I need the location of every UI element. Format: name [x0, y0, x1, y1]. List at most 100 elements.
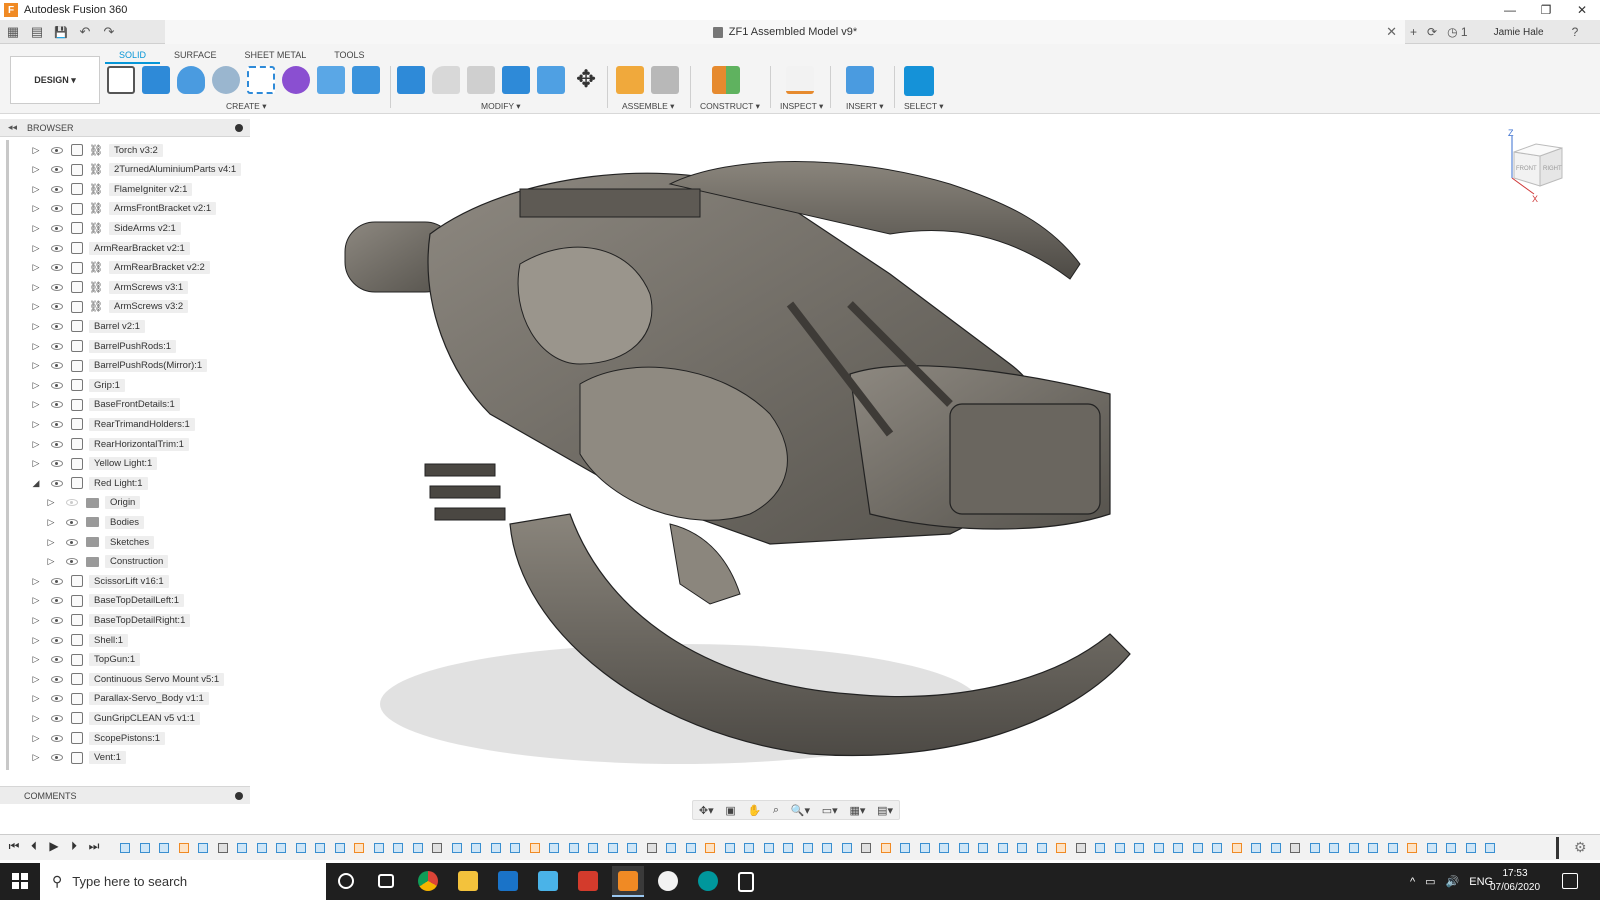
- visibility-eye-icon[interactable]: [51, 283, 63, 291]
- comments-panel-header[interactable]: COMMENTS: [0, 786, 250, 804]
- visibility-eye-icon[interactable]: [51, 597, 63, 605]
- timeline-feature-icon[interactable]: [393, 843, 403, 853]
- job-status-icon[interactable]: ⟳: [1427, 25, 1437, 39]
- fillet-icon[interactable]: [432, 66, 460, 94]
- split-body-icon[interactable]: [537, 66, 565, 94]
- expand-triangle-icon[interactable]: ▷: [46, 517, 56, 527]
- timeline-feature-icon[interactable]: [1329, 843, 1339, 853]
- expand-triangle-icon[interactable]: ▷: [31, 184, 41, 194]
- visibility-eye-icon[interactable]: [51, 244, 63, 252]
- task-view-icon[interactable]: [378, 874, 394, 888]
- viewports-icon[interactable]: ▤▾: [877, 804, 893, 817]
- grid-settings-icon[interactable]: ▦▾: [849, 804, 865, 817]
- tab-tools[interactable]: TOOLS: [320, 48, 378, 64]
- user-account[interactable]: Jamie Hale: [1494, 27, 1544, 38]
- shell-icon[interactable]: [502, 66, 530, 94]
- timeline-feature-icon[interactable]: [1446, 843, 1456, 853]
- timeline-last-icon[interactable]: ⏭: [88, 839, 100, 854]
- close-window-button[interactable]: ✕: [1564, 0, 1600, 20]
- expand-triangle-icon[interactable]: ▷: [31, 733, 41, 743]
- timeline-next-icon[interactable]: ⏵: [68, 839, 80, 854]
- timeline-feature-icon[interactable]: [568, 843, 579, 853]
- combine-icon[interactable]: [352, 66, 380, 94]
- press-pull-icon[interactable]: [397, 66, 425, 94]
- expand-triangle-icon[interactable]: ▷: [46, 556, 56, 567]
- timeline-feature-icon[interactable]: [627, 843, 637, 853]
- visibility-eye-icon[interactable]: [51, 166, 63, 174]
- expand-triangle-icon[interactable]: ▷: [31, 301, 41, 312]
- browser-item[interactable]: ▷ Bodies: [46, 512, 145, 532]
- visibility-eye-icon[interactable]: [66, 538, 78, 546]
- help-icon[interactable]: ?: [1572, 25, 1579, 39]
- timeline-feature-icon[interactable]: [334, 843, 345, 853]
- expand-triangle-icon[interactable]: ▷: [31, 713, 41, 723]
- zoom-fit-icon[interactable]: ⌕: [773, 804, 779, 817]
- timeline-feature-icon[interactable]: [841, 843, 852, 853]
- browser-item[interactable]: ▷ RearTrimandHolders:1: [31, 414, 195, 434]
- timeline-feature-icon[interactable]: [373, 843, 384, 853]
- expand-triangle-icon[interactable]: ▷: [31, 243, 41, 253]
- expand-triangle-icon[interactable]: ▷: [31, 595, 41, 606]
- grip[interactable]: [669, 523, 741, 605]
- browser-item[interactable]: ▷ TopGun:1: [31, 650, 141, 670]
- timeline-feature-icon[interactable]: [1309, 843, 1320, 853]
- save-icon[interactable]: 💾: [52, 26, 70, 39]
- visibility-eye-icon[interactable]: [51, 636, 63, 644]
- timeline-feature-icon[interactable]: [1348, 843, 1359, 853]
- expand-triangle-icon[interactable]: ▷: [31, 341, 41, 351]
- zoom-icon[interactable]: 🔍▾: [791, 804, 810, 817]
- collapse-browser-icon[interactable]: ◂◂: [8, 122, 17, 133]
- restore-button[interactable]: ❐: [1528, 0, 1564, 20]
- add-comment-icon[interactable]: [235, 792, 243, 800]
- browser-item[interactable]: ▷ BaseTopDetailLeft:1: [31, 591, 185, 611]
- timeline-feature-icon[interactable]: [412, 843, 423, 853]
- timeline-feature-icon[interactable]: [1368, 843, 1378, 853]
- timeline-feature-icon[interactable]: [666, 843, 676, 853]
- browser-item[interactable]: ▷ ⛓ ArmScrews v3:2: [31, 297, 189, 317]
- timeline-feature-icon[interactable]: [1212, 843, 1222, 853]
- expand-triangle-icon[interactable]: ▷: [31, 419, 41, 429]
- expand-triangle-icon[interactable]: ▷: [31, 282, 41, 292]
- offset-plane-icon[interactable]: [712, 66, 740, 94]
- timeline-feature-icon[interactable]: [432, 843, 442, 853]
- timeline-feature-icon[interactable]: [763, 843, 774, 853]
- timeline-feature-icon[interactable]: [529, 843, 540, 853]
- expand-triangle-icon[interactable]: ▷: [31, 439, 41, 449]
- browser-item[interactable]: ▷ Barrel v2:1: [31, 316, 145, 336]
- expand-triangle-icon[interactable]: ▷: [31, 615, 41, 625]
- file-explorer-icon[interactable]: [458, 871, 478, 891]
- extrude-icon[interactable]: [142, 66, 170, 94]
- browser-item[interactable]: ▷ RearHorizontalTrim:1: [31, 434, 189, 454]
- select-group-label[interactable]: SELECT ▾: [904, 101, 944, 112]
- joint-icon[interactable]: [651, 66, 679, 94]
- create-group-label[interactable]: CREATE ▾: [226, 101, 266, 112]
- model-canvas[interactable]: [250, 114, 1600, 824]
- create-sketch-icon[interactable]: [107, 66, 135, 94]
- visibility-eye-icon[interactable]: [66, 558, 78, 566]
- expand-triangle-icon[interactable]: ▷: [31, 164, 41, 175]
- assemble-group-label[interactable]: ASSEMBLE ▾: [622, 101, 674, 112]
- timeline-feature-icon[interactable]: [451, 843, 462, 853]
- browser-item[interactable]: ▷ Continuous Servo Mount v5:1: [31, 669, 225, 689]
- pattern-icon[interactable]: [247, 66, 275, 94]
- redo-icon[interactable]: ↷: [100, 24, 118, 40]
- visibility-eye-icon[interactable]: [51, 322, 63, 330]
- browser-item[interactable]: ▷ Vent:1: [31, 748, 126, 768]
- view-cube[interactable]: Z X FRONT RIGHT: [1500, 128, 1580, 208]
- workspace-switcher[interactable]: DESIGN ▾: [10, 56, 100, 104]
- chrome-icon[interactable]: [418, 871, 438, 891]
- taskbar-search[interactable]: ⚲ Type here to search: [40, 863, 326, 900]
- browser-item[interactable]: ▷ ⛓ SideArms v2:1: [31, 218, 181, 238]
- browser-item[interactable]: ▷ Yellow Light:1: [31, 454, 158, 474]
- timeline-feature-icon[interactable]: [1017, 843, 1027, 853]
- visibility-eye-icon[interactable]: [51, 185, 63, 193]
- close-tab-icon[interactable]: ✕: [1386, 24, 1397, 40]
- timeline-feature-icon[interactable]: [315, 843, 325, 853]
- timeline-feature-icon[interactable]: [685, 843, 696, 853]
- browser-item[interactable]: ▷ ScissorLift v16:1: [31, 571, 169, 591]
- browser-item[interactable]: ◢ Red Light:1: [31, 473, 148, 493]
- visibility-eye-icon[interactable]: [51, 675, 63, 683]
- insert-group-label[interactable]: INSERT ▾: [846, 101, 884, 112]
- timeline-feature-icon[interactable]: [588, 843, 598, 853]
- visibility-eye-icon[interactable]: [51, 714, 63, 722]
